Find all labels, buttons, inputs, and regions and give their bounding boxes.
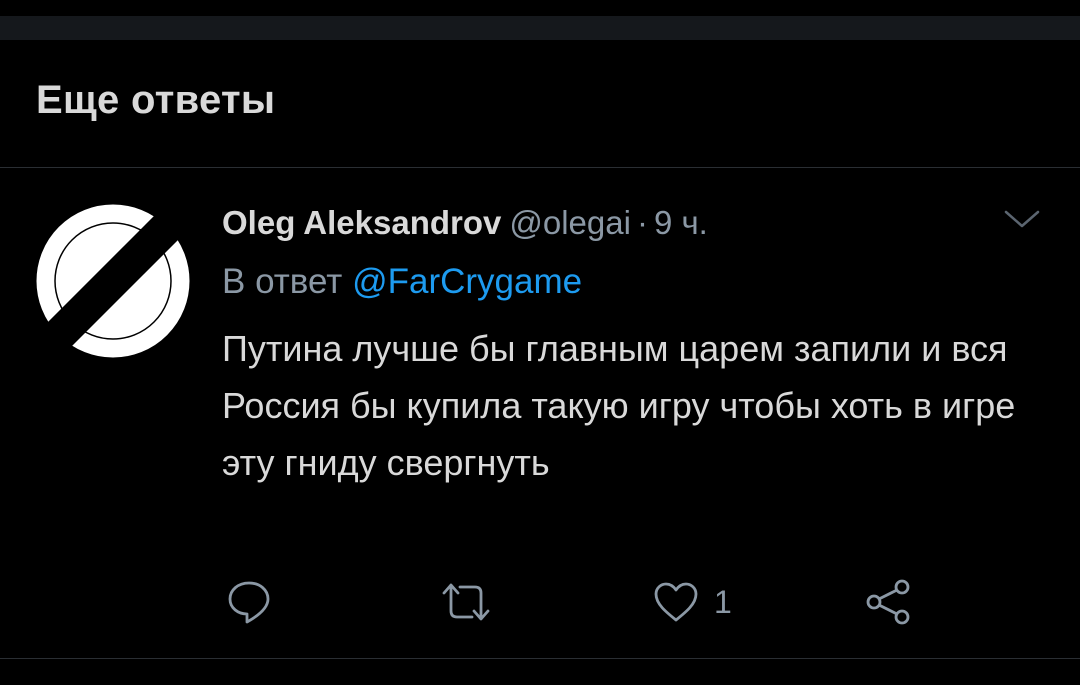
more-replies-header: Еще ответы bbox=[0, 40, 1080, 168]
separator-dot: · bbox=[636, 204, 648, 241]
reply-icon bbox=[228, 581, 270, 624]
tweet-text: Путина лучше бы главным царем запили и в… bbox=[222, 328, 1016, 483]
tweet-header: Oleg Aleksandrov @olegai · 9 ч. bbox=[222, 204, 708, 248]
display-name[interactable]: Oleg Aleksandrov bbox=[222, 204, 501, 241]
user-handle[interactable]: @olegai bbox=[509, 204, 631, 241]
top-strip bbox=[0, 0, 1080, 16]
action-bar: 1 bbox=[0, 572, 1080, 632]
retweet-icon bbox=[442, 583, 490, 621]
reply-context: В ответ @FarCrygame bbox=[222, 262, 582, 302]
timestamp[interactable]: 9 ч. bbox=[654, 204, 708, 241]
share-icon bbox=[866, 579, 910, 625]
avatar[interactable] bbox=[34, 202, 192, 360]
like-count: 1 bbox=[714, 583, 732, 620]
share-button[interactable] bbox=[864, 572, 912, 632]
section-title: Еще ответы bbox=[36, 78, 276, 122]
tweet-card[interactable]: Oleg Aleksandrov @olegai · 9 ч. В ответ @Fa… bbox=[0, 168, 1080, 659]
like-button[interactable]: 1 bbox=[652, 572, 732, 632]
heart-icon bbox=[654, 582, 698, 622]
top-divider-bar bbox=[0, 16, 1080, 40]
reply-button[interactable] bbox=[226, 572, 272, 632]
reply-prefix: В ответ bbox=[222, 262, 343, 301]
retweet-button[interactable] bbox=[438, 572, 494, 632]
reply-to-link[interactable]: @FarCrygame bbox=[352, 262, 582, 301]
chevron-down-icon[interactable] bbox=[1002, 208, 1042, 232]
